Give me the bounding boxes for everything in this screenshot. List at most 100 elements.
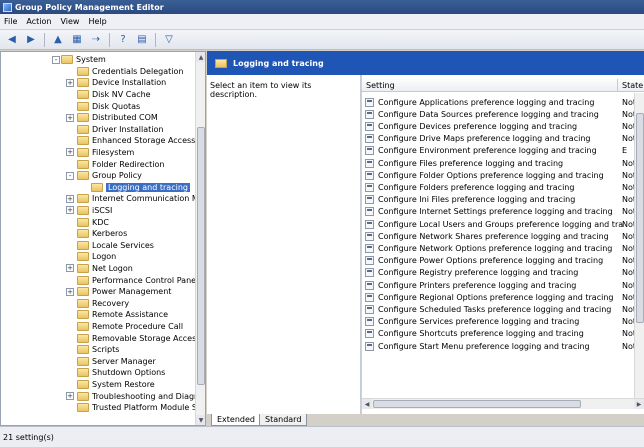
setting-name: Configure Ini Files preference logging a… (378, 195, 576, 205)
scroll-thumb[interactable] (197, 127, 205, 385)
tree-item[interactable]: Folder Redirection (77, 158, 164, 170)
tree-item[interactable]: Logging and tracing (91, 182, 190, 194)
scroll-thumb[interactable] (636, 113, 644, 323)
tree-pane[interactable]: System - Credentials Delegation Device Inst… (0, 51, 206, 426)
list-item[interactable]: Configure Start Menu preference logging … (362, 340, 644, 352)
expand-icon[interactable]: + (66, 391, 74, 400)
collapse-icon[interactable]: - (66, 171, 74, 180)
policy-setting-icon (365, 341, 374, 351)
tree-item[interactable]: Power Management (77, 286, 171, 298)
scroll-down-icon[interactable]: ▼ (196, 415, 205, 425)
tree-item[interactable]: Device Installation (77, 77, 166, 89)
scroll-up-icon[interactable]: ▲ (196, 52, 205, 62)
folder-icon (77, 148, 89, 158)
expand-icon[interactable]: + (66, 206, 74, 215)
menu-action[interactable]: Action (26, 17, 51, 26)
properties-icon[interactable]: ▤ (134, 32, 150, 48)
list-item[interactable]: Configure Folders preference logging and… (362, 181, 644, 193)
export-list-icon[interactable]: ⇢ (88, 32, 104, 48)
expand-icon[interactable]: + (66, 113, 74, 122)
show-hide-tree-icon[interactable]: ▦ (69, 32, 85, 48)
expand-icon[interactable]: + (66, 287, 74, 296)
list-scrollbar[interactable] (634, 93, 644, 398)
collapse-icon[interactable]: - (52, 55, 60, 64)
tree-item[interactable]: Recovery (77, 298, 129, 310)
scroll-thumb[interactable] (373, 400, 581, 408)
tree-item[interactable]: Shutdown Options (77, 367, 165, 379)
tree-item[interactable]: Remote Assistance (77, 309, 168, 321)
tree-item[interactable]: Performance Control Panel (77, 274, 198, 286)
list-item[interactable]: Configure Devices preference logging and… (362, 120, 644, 132)
horizontal-scrollbar[interactable]: ◀ ▶ (362, 398, 644, 409)
column-header-setting[interactable]: Setting (362, 79, 618, 91)
tree-item[interactable]: KDC (77, 216, 109, 228)
up-folder-icon[interactable]: ▲ (50, 32, 66, 48)
tree-item[interactable]: Removable Storage Access (77, 332, 200, 344)
list-item[interactable]: Configure Scheduled Tasks preference log… (362, 303, 644, 315)
scroll-right-icon[interactable]: ▶ (634, 399, 644, 409)
settings-list[interactable]: Setting State Configure Applications pre… (362, 75, 644, 414)
tree-item[interactable]: Troubleshooting and Diagnos (77, 390, 205, 402)
tab-standard[interactable]: Standard (259, 414, 308, 426)
tree-item[interactable]: Internet Communication Mana (77, 193, 205, 205)
tree-item[interactable]: Remote Procedure Call (77, 321, 183, 333)
tree-scrollbar[interactable]: ▲ ▼ (195, 52, 205, 425)
tree-item[interactable]: Disk NV Cache (77, 89, 151, 101)
list-item[interactable]: Configure Local Users and Groups prefere… (362, 218, 644, 230)
folder-icon (77, 206, 89, 216)
forward-arrow-icon[interactable]: ▶ (23, 32, 39, 48)
tree-item[interactable]: Kerberos (77, 228, 127, 240)
expand-icon[interactable]: + (66, 148, 74, 157)
tree-item[interactable]: Enhanced Storage Access (77, 135, 195, 147)
list-item[interactable]: Configure Environment preference logging… (362, 145, 644, 157)
tree-item[interactable]: System (61, 54, 106, 66)
expand-icon[interactable]: + (66, 194, 74, 203)
list-item[interactable]: Configure Ini Files preference logging a… (362, 194, 644, 206)
folder-icon (77, 333, 89, 343)
tree-item[interactable]: iSCSI (77, 205, 112, 217)
list-item[interactable]: Configure Printers preference logging an… (362, 279, 644, 291)
setting-name: Configure Internet Settings preference l… (378, 207, 613, 217)
menu-view[interactable]: View (60, 17, 79, 26)
back-arrow-icon[interactable]: ◀ (4, 32, 20, 48)
tab-extended[interactable]: Extended (211, 414, 261, 426)
setting-name: Configure Devices preference logging and… (378, 121, 578, 131)
expand-icon[interactable]: + (66, 264, 74, 273)
tree-item[interactable]: Server Manager (77, 356, 156, 368)
menu-file[interactable]: File (4, 17, 17, 26)
list-item[interactable]: Configure Services preference logging an… (362, 316, 644, 328)
tree-item[interactable]: Distributed COM (77, 112, 158, 124)
tree-item[interactable]: Filesystem (77, 147, 134, 159)
list-item[interactable]: Configure Drive Maps preference logging … (362, 133, 644, 145)
list-item[interactable]: Configure Network Options preference log… (362, 242, 644, 254)
filter-icon[interactable]: ▽ (161, 32, 177, 48)
list-item[interactable]: Configure Folder Options preference logg… (362, 169, 644, 181)
toolbar-divider (44, 32, 45, 47)
tree-item[interactable]: Disk Quotas (77, 100, 140, 112)
list-item[interactable]: Configure Shortcuts preference logging a… (362, 328, 644, 340)
expand-icon[interactable]: + (66, 78, 74, 87)
tree-item-label: System (76, 55, 106, 65)
help-icon[interactable]: ? (115, 32, 131, 48)
list-item[interactable]: Configure Internet Settings preference l… (362, 206, 644, 218)
menu-help[interactable]: Help (88, 17, 106, 26)
scroll-left-icon[interactable]: ◀ (362, 399, 372, 409)
list-item[interactable]: Configure Applications preference loggin… (362, 96, 644, 108)
policy-setting-icon (365, 182, 374, 192)
tree-item[interactable]: Net Logon (77, 263, 133, 275)
tree-item[interactable]: Trusted Platform Module Serv (77, 402, 205, 414)
tree-item[interactable]: Credentials Delegation (77, 66, 183, 78)
list-item[interactable]: Configure Power Options preference loggi… (362, 255, 644, 267)
column-header-state[interactable]: State (618, 81, 643, 90)
tree-item[interactable]: Driver Installation (77, 124, 163, 136)
list-item[interactable]: Configure Files preference logging and t… (362, 157, 644, 169)
list-item[interactable]: Configure Regional Options preference lo… (362, 291, 644, 303)
list-item[interactable]: Configure Network Shares preference logg… (362, 230, 644, 242)
tree-item[interactable]: Group Policy (77, 170, 142, 182)
list-item[interactable]: Configure Registry preference logging an… (362, 267, 644, 279)
tree-item[interactable]: Locale Services (77, 240, 154, 252)
tree-item[interactable]: Logon (77, 251, 116, 263)
tree-item[interactable]: Scripts (77, 344, 119, 356)
list-item[interactable]: Configure Data Sources preference loggin… (362, 108, 644, 120)
tree-item[interactable]: System Restore (77, 379, 155, 391)
